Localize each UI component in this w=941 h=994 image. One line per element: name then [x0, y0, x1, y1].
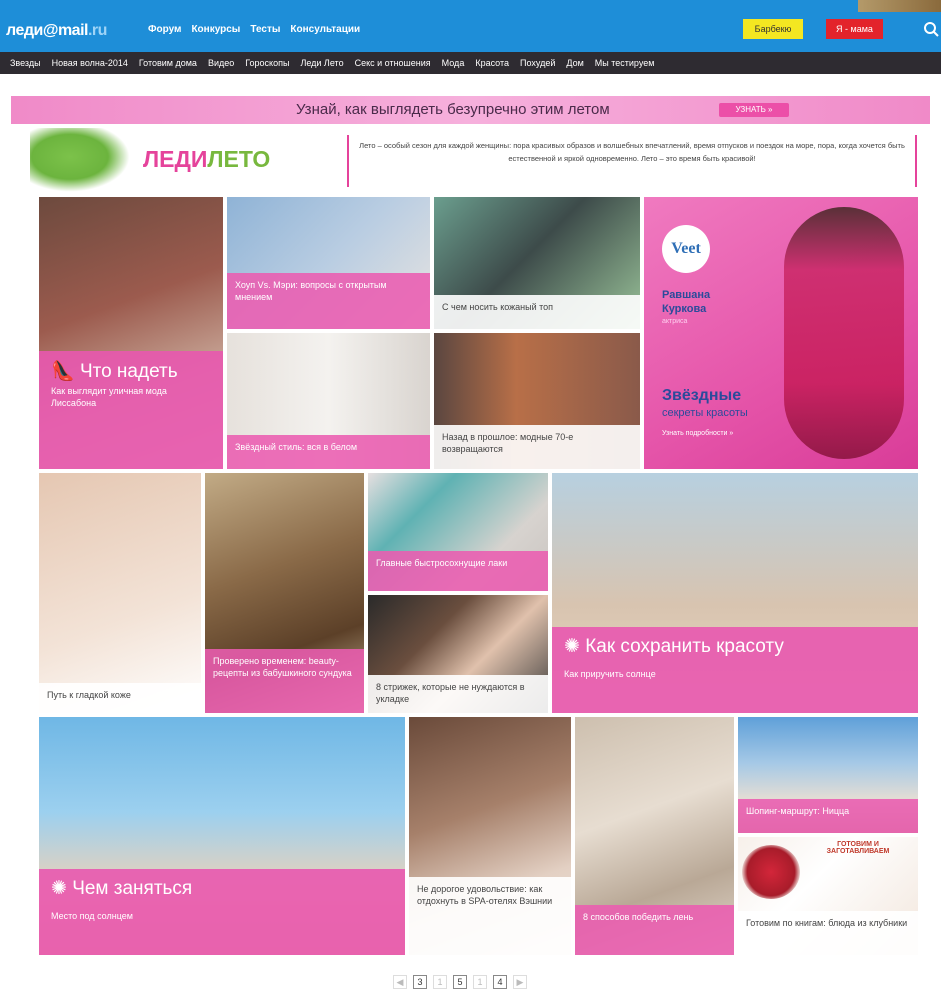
subnav-item[interactable]: Секс и отношения	[355, 58, 431, 68]
berries-book-title: ГОТОВИМ И ЗАГОТАВЛИВАЕМ	[826, 841, 890, 855]
tile-caption: С чем носить кожаный топ	[434, 295, 640, 329]
tile-caption: Назад в прошлое: модные 70-е возвращаютс…	[434, 425, 640, 469]
keep-beauty-sub: Как приручить солнце	[564, 669, 656, 679]
berries-image	[742, 845, 800, 899]
tile-smooth-skin[interactable]: Путь к гладкой коже	[39, 473, 201, 713]
tile-white-style[interactable]: Звёздный стиль: вся в белом	[227, 333, 430, 469]
nav-forum[interactable]: Форум	[148, 24, 181, 35]
mama-button[interactable]: Я - мама	[826, 19, 883, 39]
pager-item[interactable]: 1	[473, 975, 487, 989]
section-nav: Звезды Новая волна-2014 Готовим дома Вид…	[0, 52, 941, 74]
what-to-do-caption: ✺ Чем заняться Место под солнцем	[39, 869, 405, 955]
keep-beauty-title: ✺ Как сохранить красоту	[564, 636, 784, 657]
subnav-item[interactable]: Красота	[475, 58, 509, 68]
tile-what-to-do[interactable]: ✺ Чем заняться Место под солнцем	[39, 717, 405, 955]
subnav-item[interactable]: Готовим дома	[139, 58, 197, 68]
logo-ru: .ru	[87, 22, 107, 39]
tile-caption: Путь к гладкой коже	[39, 683, 201, 713]
corner-thumbnail	[858, 0, 941, 12]
nav-consult[interactable]: Консультации	[290, 24, 360, 35]
keep-beauty-caption: ✺ Как сохранить красоту Как приручить со…	[552, 627, 918, 713]
search-icon[interactable]	[921, 19, 941, 39]
banner-button[interactable]: УЗНАТЬ »	[719, 103, 789, 117]
what-to-wear-caption: 👠 Что надеть Как выглядит уличная мода Л…	[39, 351, 223, 469]
subnav-item[interactable]: Похудей	[520, 58, 555, 68]
banner-text: Узнай, как выглядеть безупречно этим лет…	[296, 101, 610, 118]
what-to-do-title: ✺ Чем заняться	[51, 878, 193, 899]
tile-caption: Не дорогое удовольствие: как отдохнуть в…	[409, 877, 571, 955]
tile-keep-beauty[interactable]: ✺ Как сохранить красоту Как приручить со…	[552, 473, 918, 713]
tile-caption: Хоуп Vs. Мэри: вопросы с открытым мнение…	[227, 273, 430, 329]
ad-more-link[interactable]: Узнать подробности »	[662, 430, 733, 437]
subnav-item[interactable]: Мода	[442, 58, 465, 68]
subnav-item[interactable]: Гороскопы	[245, 58, 289, 68]
top-header: леди@mail.ru Форум Конкурсы Тесты Консул…	[0, 0, 941, 52]
brand-title: ЛЕДИЛЕТО	[143, 146, 270, 173]
tile-caption: Шопинг-маршрут: Ницца	[738, 799, 918, 833]
keep-beauty-title-text: Как сохранить красоту	[585, 636, 784, 657]
brand-description: Лето – особый сезон для каждой женщины: …	[347, 135, 917, 187]
site-logo[interactable]: леди@mail.ru	[6, 22, 107, 40]
what-to-do-title-text: Чем заняться	[72, 878, 193, 899]
subnav-item[interactable]: Дом	[566, 58, 583, 68]
what-to-wear-title-text: Что надеть	[79, 361, 178, 382]
ad-sub: актриса	[662, 318, 688, 325]
tile-caption: Звёздный стиль: вся в белом	[227, 435, 430, 469]
tile-caption: Готовим по книгам: блюда из клубники	[738, 911, 918, 955]
pager-item[interactable]: 4	[493, 975, 507, 989]
subnav-item[interactable]: Леди Лето	[300, 58, 343, 68]
ad-model-image	[784, 207, 904, 459]
brand-title-b: ЛЕТО	[207, 146, 271, 172]
promo-banner[interactable]: Узнай, как выглядеть безупречно этим лет…	[11, 96, 930, 124]
logo-main: леди	[6, 22, 43, 39]
brand-splash-image	[30, 128, 130, 192]
tile-caption: Проверено временем: beauty-рецепты из ба…	[205, 649, 364, 713]
ad-title1: Звёздные	[662, 387, 742, 404]
tile-haircuts[interactable]: 8 стрижек, которые не нуждаются в укладк…	[368, 595, 548, 713]
what-to-wear-sub: Как выглядит уличная мода Лиссабона	[51, 386, 167, 408]
tile-caption: 8 стрижек, которые не нуждаются в укладк…	[368, 675, 548, 713]
pager-item[interactable]: 5	[453, 975, 467, 989]
tile-berries[interactable]: ГОТОВИМ И ЗАГОТАВЛИВАЕМ Готовим по книга…	[738, 837, 918, 955]
subnav-item[interactable]: Видео	[208, 58, 234, 68]
tile-nice[interactable]: Шопинг-маршрут: Ницца	[738, 717, 918, 833]
pager-prev[interactable]: ◀	[393, 975, 407, 989]
tile-recipes[interactable]: Проверено временем: beauty-рецепты из ба…	[205, 473, 364, 713]
tile-seventies[interactable]: Назад в прошлое: модные 70-е возвращаютс…	[434, 333, 640, 469]
ad-name1: Равшана	[662, 289, 711, 301]
pager-item[interactable]: 3	[413, 975, 427, 989]
tile-office[interactable]: 8 способов победить лень	[575, 717, 734, 955]
tile-leather-top[interactable]: С чем носить кожаный топ	[434, 197, 640, 329]
veet-logo: Veet	[662, 225, 710, 273]
tile-caption: 8 способов победить лень	[575, 905, 734, 955]
what-to-wear-title: 👠 Что надеть	[51, 361, 178, 382]
subnav-item[interactable]: Звезды	[10, 58, 41, 68]
nav-tests[interactable]: Тесты	[250, 24, 280, 35]
logo-at: @mail	[42, 22, 89, 39]
nav-contests[interactable]: Конкурсы	[191, 24, 240, 35]
pager-item[interactable]: 1	[433, 975, 447, 989]
barbecue-button[interactable]: Барбекю	[743, 19, 803, 39]
tile-what-to-wear[interactable]: 👠 Что надеть Как выглядит уличная мода Л…	[39, 197, 223, 469]
subnav-item[interactable]: Новая волна-2014	[52, 58, 128, 68]
ad-name2: Куркова	[662, 303, 707, 315]
pager-next[interactable]: ▶	[513, 975, 527, 989]
tile-spa[interactable]: Не дорогое удовольствие: как отдохнуть в…	[409, 717, 571, 955]
brand-title-a: ЛЕДИ	[143, 146, 208, 172]
tile-caption: Главные быстросохнущие лаки	[368, 551, 548, 591]
top-nav: Форум Конкурсы Тесты Консультации	[148, 24, 360, 35]
tile-hope-vs-mary[interactable]: Хоуп Vs. Мэри: вопросы с открытым мнение…	[227, 197, 430, 329]
pagination: ◀ 3 1 5 1 4 ▶	[393, 975, 527, 989]
tile-veet-ad[interactable]: Veet Равшана Куркова актриса Звёздные се…	[644, 197, 918, 469]
tile-nail-polish[interactable]: Главные быстросохнущие лаки	[368, 473, 548, 591]
what-to-do-sub: Место под солнцем	[51, 911, 133, 921]
ad-title2: секреты красоты	[662, 407, 748, 419]
subnav-item[interactable]: Мы тестируем	[595, 58, 655, 68]
